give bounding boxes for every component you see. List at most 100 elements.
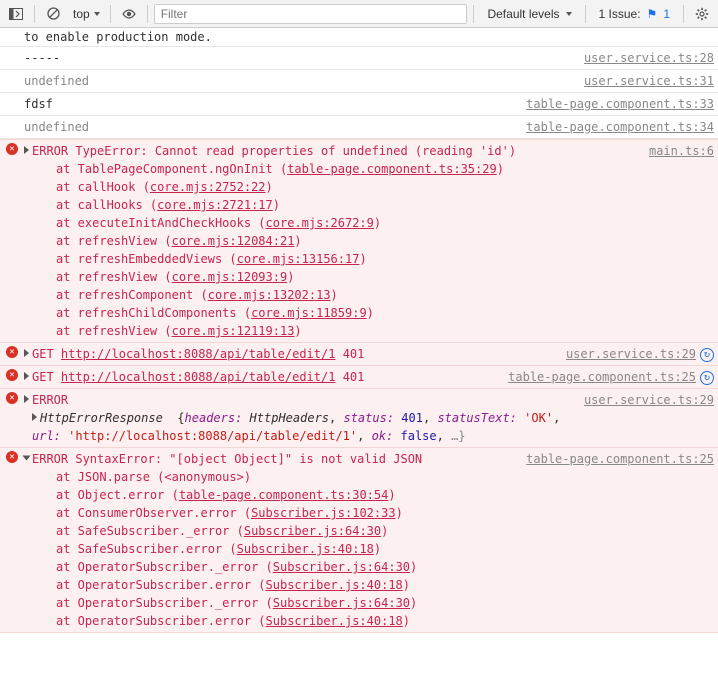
stack-frame: at refreshComponent (core.mjs:13202:13) xyxy=(56,286,637,304)
stack-frame: at executeInitAndCheckHooks (core.mjs:26… xyxy=(56,214,637,232)
stack-source-link[interactable]: core.mjs:2721:17 xyxy=(157,198,273,212)
stack-frame: at refreshChildComponents (core.mjs:1185… xyxy=(56,304,637,322)
network-error-row[interactable]: ✕ GET http://localhost:8088/api/table/ed… xyxy=(0,343,718,366)
source-link[interactable]: user.service.ts:28 xyxy=(584,49,714,67)
request-url[interactable]: http://localhost:8088/api/table/edit/1 xyxy=(61,347,336,361)
issues-count: 1 xyxy=(663,7,670,21)
error-row[interactable]: ✕ ERROR HttpErrorResponse {headers: Http… xyxy=(0,389,718,448)
log-message: undefined xyxy=(24,72,572,90)
stack-frame: at JSON.parse (<anonymous>) xyxy=(56,468,514,486)
network-error-row[interactable]: ✕ GET http://localhost:8088/api/table/ed… xyxy=(0,366,718,389)
stack-source-link[interactable]: Subscriber.js:64:30 xyxy=(273,596,410,610)
source-link[interactable]: table-page.component.ts:25 xyxy=(526,450,714,468)
collapse-caret-icon[interactable] xyxy=(23,456,31,461)
log-message: undefined xyxy=(24,118,514,136)
log-row[interactable]: undefined table-page.component.ts:34 xyxy=(0,116,718,139)
stack-source-link[interactable]: Subscriber.js:40:18 xyxy=(266,578,403,592)
error-row[interactable]: ✕ ERROR TypeError: Cannot read propertie… xyxy=(0,139,718,343)
error-icon: ✕ xyxy=(6,346,18,358)
stack-source-link[interactable]: table-page.component.ts:35:29 xyxy=(287,162,497,176)
redirect-icon[interactable]: ↻ xyxy=(700,348,714,362)
error-icon: ✕ xyxy=(6,143,18,155)
source-cell: user.service.ts:29 ↻ xyxy=(566,345,714,363)
stack-source-link[interactable]: core.mjs:2672:9 xyxy=(266,216,374,230)
toolbar-divider xyxy=(110,5,111,23)
chevron-down-icon xyxy=(94,12,100,16)
log-row[interactable]: undefined user.service.ts:31 xyxy=(0,70,718,93)
source-link[interactable]: table-page.component.ts:33 xyxy=(526,95,714,113)
stack-source-link[interactable]: Subscriber.js:102:33 xyxy=(251,506,396,520)
source-link[interactable]: main.ts:6 xyxy=(649,142,714,160)
log-row[interactable]: ----- user.service.ts:28 xyxy=(0,47,718,70)
toggle-console-sidebar-button[interactable] xyxy=(4,3,28,25)
expand-caret-icon[interactable] xyxy=(24,349,29,357)
error-row[interactable]: ✕ ERROR SyntaxError: "[object Object]" i… xyxy=(0,448,718,633)
stack-frame: at OperatorSubscriber._error (Subscriber… xyxy=(56,594,514,612)
stack-frame: at callHooks (core.mjs:2721:17) xyxy=(56,196,637,214)
error-icon: ✕ xyxy=(6,451,18,463)
stack-source-link[interactable]: table-page.component.ts:30:54 xyxy=(179,488,389,502)
redirect-icon[interactable]: ↻ xyxy=(700,371,714,385)
stack-source-link[interactable]: Subscriber.js:40:18 xyxy=(237,542,374,556)
create-live-expression-button[interactable] xyxy=(117,3,141,25)
stack-source-link[interactable]: core.mjs:11859:9 xyxy=(251,306,367,320)
filter-input[interactable] xyxy=(154,4,468,24)
stack-frame: at SafeSubscriber._error (Subscriber.js:… xyxy=(56,522,514,540)
issues-label: 1 Issue: xyxy=(599,7,641,21)
stack-source-link[interactable]: Subscriber.js:64:30 xyxy=(273,560,410,574)
source-link[interactable]: table-page.component.ts:34 xyxy=(526,118,714,136)
toolbar-divider xyxy=(683,5,684,23)
console-settings-button[interactable] xyxy=(690,3,714,25)
expand-caret-icon[interactable] xyxy=(24,372,29,380)
stack-source-link[interactable]: core.mjs:12093:9 xyxy=(172,270,288,284)
stack-frame: at refreshView (core.mjs:12119:13) xyxy=(56,322,637,340)
issues-button[interactable]: 1 Issue: ⚑ 1 xyxy=(592,4,677,24)
stack-source-link[interactable]: Subscriber.js:40:18 xyxy=(266,614,403,628)
log-levels-dropdown[interactable]: Default levels xyxy=(480,4,578,24)
stack-frame: at OperatorSubscriber._error (Subscriber… xyxy=(56,558,514,576)
expand-caret-icon[interactable] xyxy=(24,395,29,403)
request-url[interactable]: http://localhost:8088/api/table/edit/1 xyxy=(61,370,336,384)
clear-console-button[interactable] xyxy=(41,3,65,25)
stack-frame: at TablePageComponent.ngOnInit (table-pa… xyxy=(56,160,637,178)
execution-context-selector[interactable]: top xyxy=(69,5,104,23)
stack-source-link[interactable]: core.mjs:2752:22 xyxy=(150,180,266,194)
stack-source-link[interactable]: Subscriber.js:64:30 xyxy=(244,524,381,538)
stack-source-link[interactable]: core.mjs:12119:13 xyxy=(172,324,295,338)
toolbar-divider xyxy=(34,5,35,23)
source-cell: table-page.component.ts:25 ↻ xyxy=(508,368,714,386)
toolbar-divider xyxy=(585,5,586,23)
chevron-down-icon xyxy=(566,12,572,16)
stack-source-link[interactable]: core.mjs:12084:21 xyxy=(172,234,295,248)
context-label: top xyxy=(73,7,90,21)
log-message: ----- xyxy=(24,49,572,67)
stack-frame: at callHook (core.mjs:2752:22) xyxy=(56,178,637,196)
source-link[interactable]: user.service.ts:29 xyxy=(584,391,714,409)
stack-frame: at refreshView (core.mjs:12084:21) xyxy=(56,232,637,250)
stack-frame: at refreshView (core.mjs:12093:9) xyxy=(56,268,637,286)
stack-source-link[interactable]: core.mjs:13156:17 xyxy=(237,252,360,266)
expand-caret-icon[interactable] xyxy=(32,413,37,421)
source-link[interactable]: user.service.ts:29 xyxy=(566,347,696,361)
error-icon: ✕ xyxy=(6,369,18,381)
source-link[interactable]: table-page.component.ts:25 xyxy=(508,370,696,384)
log-message: to enable production mode. xyxy=(24,30,212,44)
expand-caret-icon[interactable] xyxy=(24,146,29,154)
error-message: ERROR SyntaxError: "[object Object]" is … xyxy=(24,450,514,630)
log-row[interactable]: to enable production mode. xyxy=(0,28,718,47)
issue-flag-icon: ⚑ xyxy=(647,7,658,21)
error-message: ERROR HttpErrorResponse {headers: HttpHe… xyxy=(24,391,572,445)
console-output: to enable production mode. ----- user.ser… xyxy=(0,28,718,692)
error-message: ERROR TypeError: Cannot read properties … xyxy=(24,142,637,340)
toolbar-divider xyxy=(473,5,474,23)
log-row[interactable]: fdsftable-page.component.ts:33 xyxy=(0,93,718,116)
levels-label: Default levels xyxy=(487,7,559,21)
source-link[interactable]: user.service.ts:31 xyxy=(584,72,714,90)
toolbar-divider xyxy=(147,5,148,23)
error-icon: ✕ xyxy=(6,392,18,404)
stack-frame: at refreshEmbeddedViews (core.mjs:13156:… xyxy=(56,250,637,268)
error-message: GET http://localhost:8088/api/table/edit… xyxy=(24,368,496,386)
stack-frame: at OperatorSubscriber.error (Subscriber.… xyxy=(56,576,514,594)
stack-source-link[interactable]: core.mjs:13202:13 xyxy=(208,288,331,302)
stack-frame: at SafeSubscriber.error (Subscriber.js:4… xyxy=(56,540,514,558)
